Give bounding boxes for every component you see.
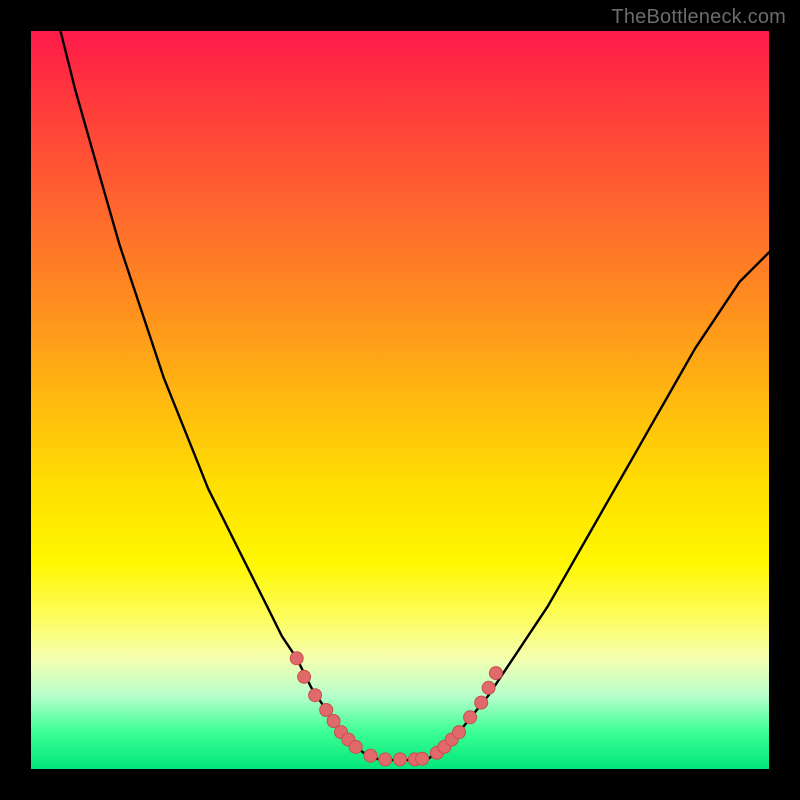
watermark-label: TheBottleneck.com bbox=[611, 6, 786, 29]
marker-dot bbox=[327, 715, 340, 728]
curve-left bbox=[61, 31, 371, 758]
marker-dot bbox=[394, 753, 407, 766]
chart-area bbox=[31, 31, 769, 769]
marker-dot bbox=[349, 740, 362, 753]
marker-dot bbox=[298, 670, 311, 683]
bottleneck-plot bbox=[31, 31, 769, 769]
marker-dot bbox=[475, 696, 488, 709]
marker-dot bbox=[464, 711, 477, 724]
curve-right bbox=[430, 252, 770, 758]
marker-dot bbox=[453, 726, 466, 739]
marker-dot bbox=[379, 753, 392, 766]
marker-dot bbox=[416, 752, 429, 765]
marker-dots bbox=[290, 652, 502, 766]
marker-dot bbox=[320, 704, 333, 717]
marker-dot bbox=[309, 689, 322, 702]
marker-dot bbox=[482, 681, 495, 694]
marker-dot bbox=[364, 749, 377, 762]
marker-dot bbox=[489, 667, 502, 680]
marker-dot bbox=[290, 652, 303, 665]
